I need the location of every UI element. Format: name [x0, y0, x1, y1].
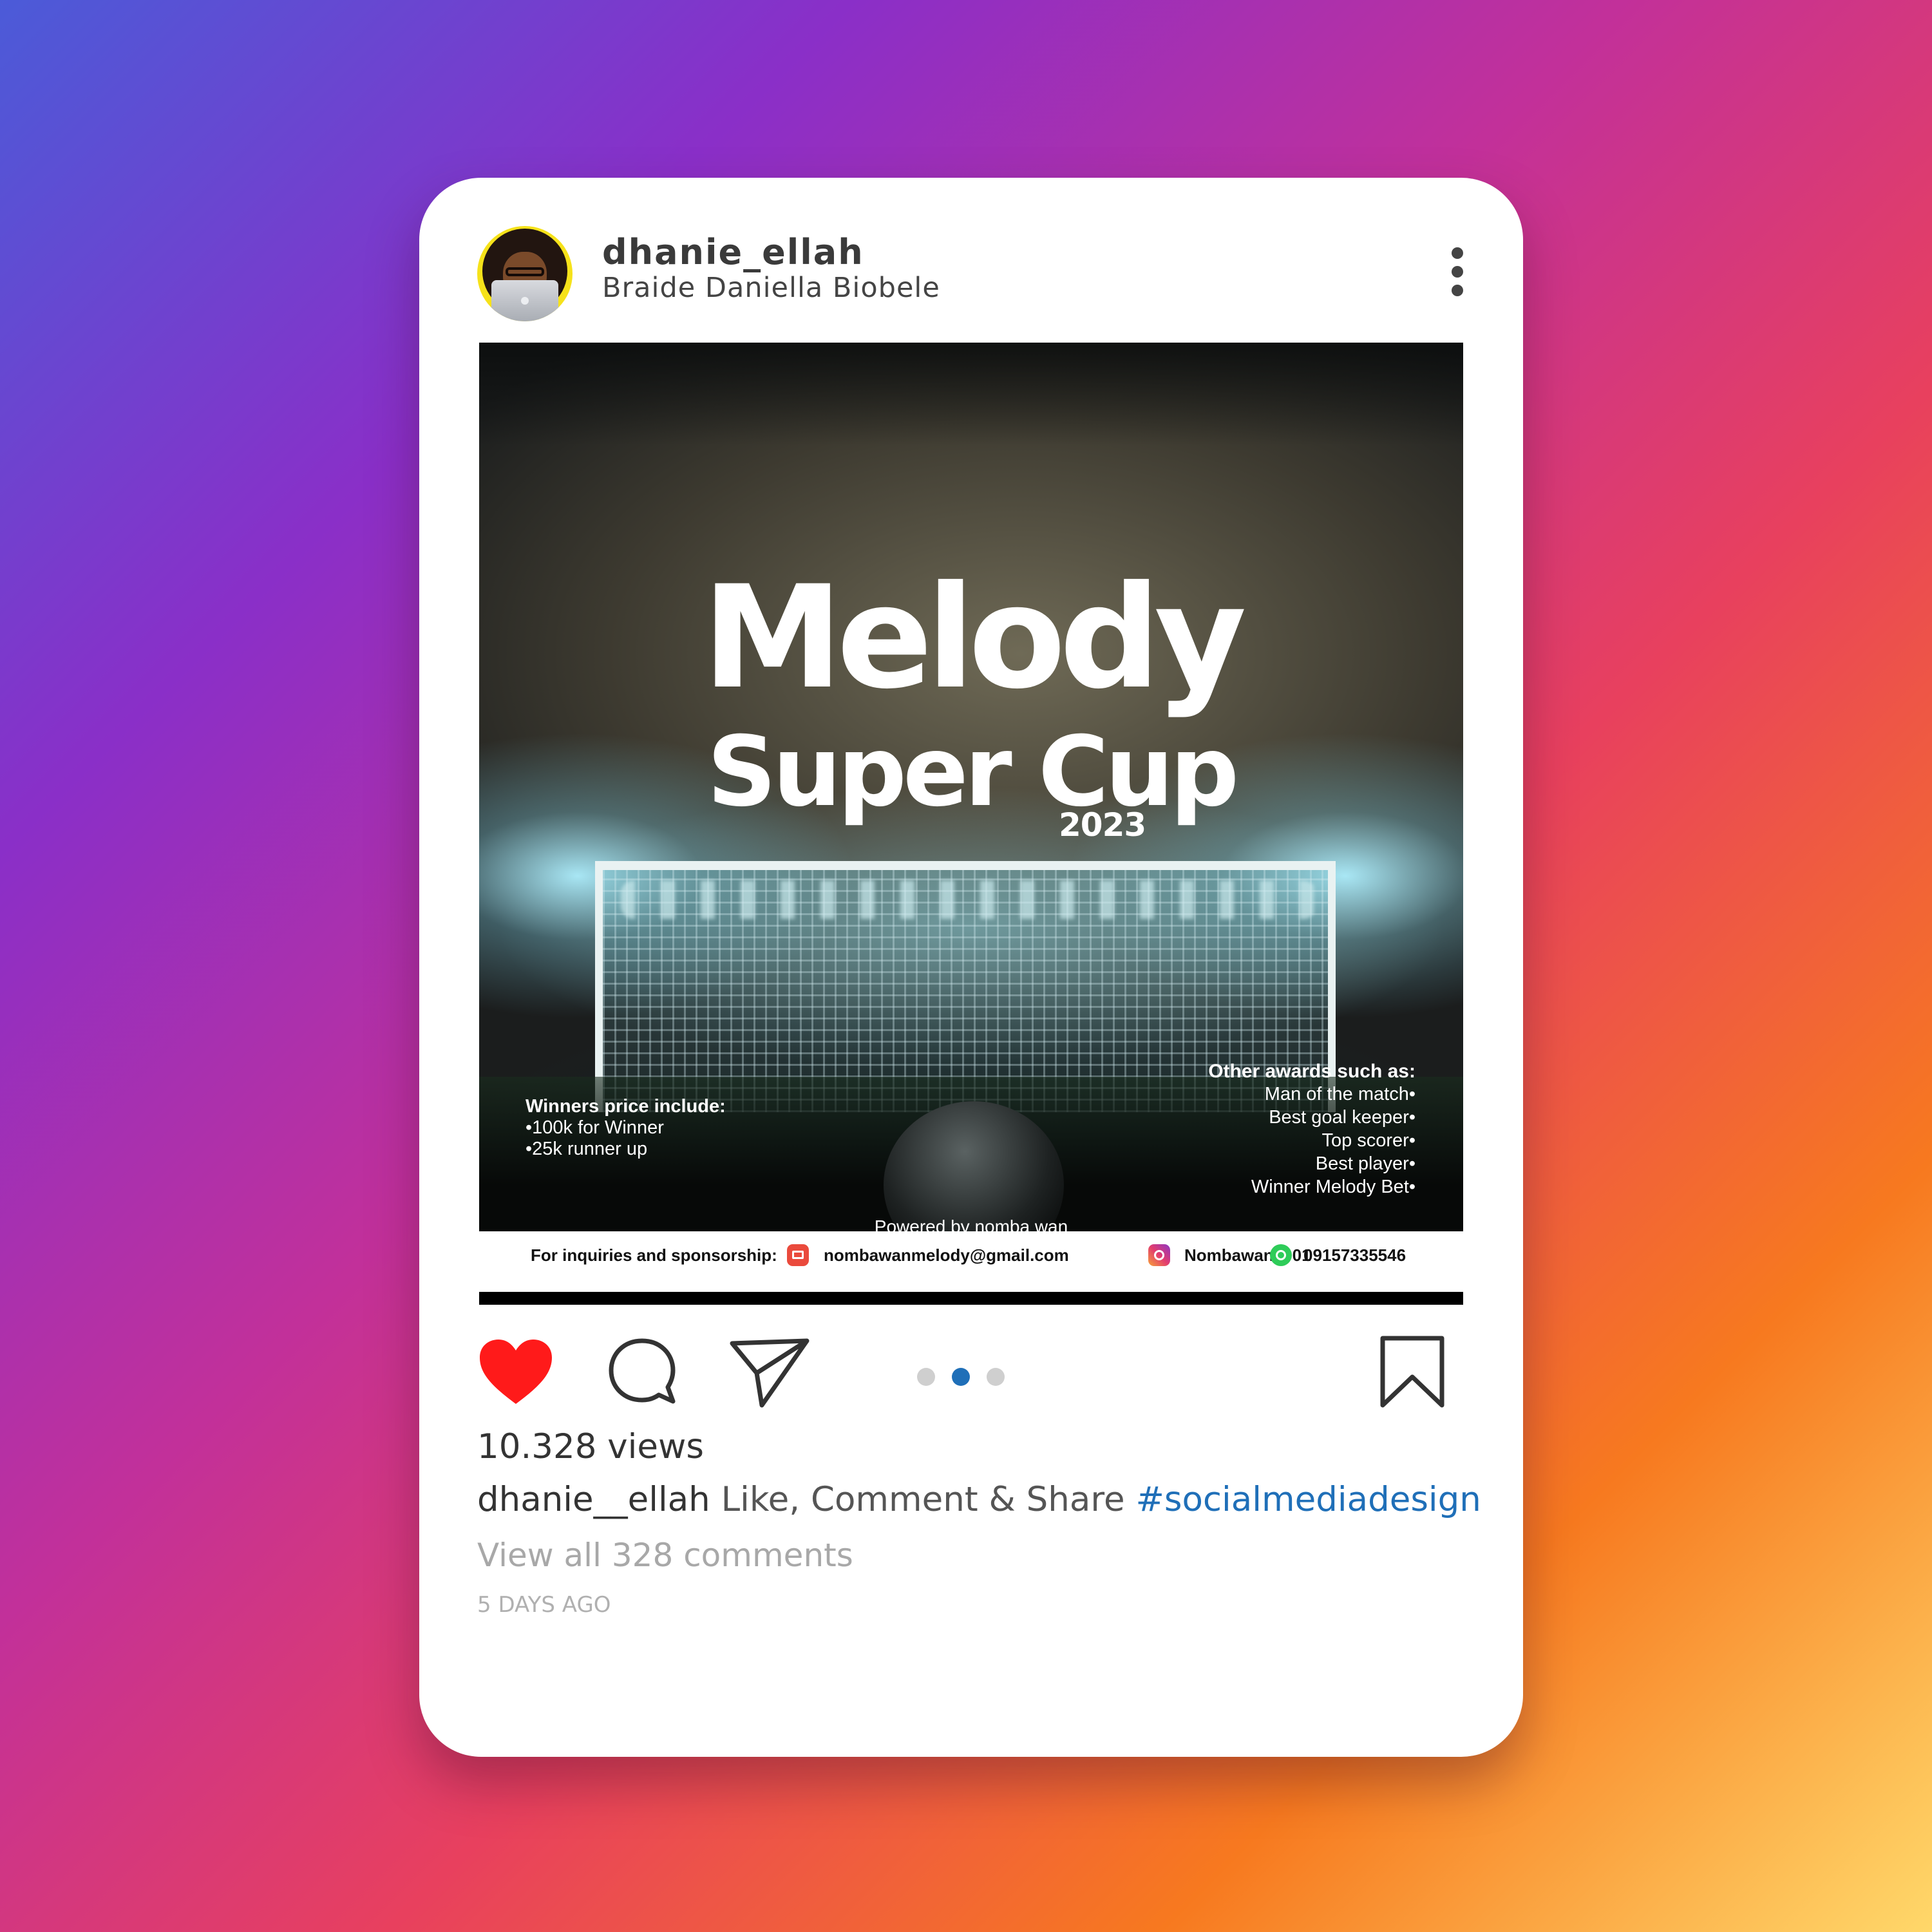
prize-line: •100k for Winner	[526, 1117, 664, 1138]
more-options-icon[interactable]	[1444, 247, 1470, 303]
award-line: Best goal keeper•	[1269, 1107, 1416, 1128]
award-line: Winner Melody Bet•	[1251, 1177, 1416, 1197]
flyer-title-melody: Melody	[702, 555, 1247, 720]
instagram-icon	[1148, 1244, 1170, 1266]
award-line: Best player•	[1315, 1153, 1416, 1174]
award-line: Man of the match•	[1264, 1084, 1416, 1104]
contact-email: nombawanmelody@gmail.com	[824, 1245, 1069, 1265]
view-comments-link[interactable]: View all 328 comments	[477, 1537, 853, 1574]
contact-phone: 09157335546	[1303, 1245, 1406, 1265]
view-count: 10.328 views	[477, 1427, 704, 1466]
whatsapp-icon	[1270, 1244, 1292, 1266]
contact-instagram: Nombawan_001	[1184, 1245, 1311, 1265]
send-icon[interactable]	[728, 1337, 811, 1409]
flyer-bottom-strip	[479, 1292, 1463, 1305]
award-line: Top scorer•	[1321, 1130, 1416, 1151]
heart-icon[interactable]	[477, 1337, 554, 1408]
carousel-dot-active[interactable]	[952, 1368, 970, 1386]
prize-block: Winners price include: •100k for Winner …	[526, 1096, 726, 1160]
contact-label: For inquiries and sponsorship:	[531, 1245, 777, 1265]
post-card: dhanie_ellah Braide Daniella Biobele Mel…	[419, 178, 1523, 1757]
post-image[interactable]: Melody Super Cup 2023 Winners price incl…	[479, 343, 1463, 1231]
caption-username[interactable]: dhanie__ellah	[477, 1480, 710, 1519]
carousel-dot[interactable]	[987, 1368, 1005, 1386]
avatar-glasses	[506, 267, 544, 276]
contact-bar: For inquiries and sponsorship: nombawanm…	[479, 1231, 1463, 1276]
image-top-shade	[479, 343, 1463, 446]
avatar[interactable]	[477, 226, 573, 321]
flyer-year: 2023	[1059, 806, 1146, 844]
prize-line: •25k runner up	[526, 1139, 648, 1159]
post-timestamp: 5 DAYS AGO	[477, 1592, 611, 1618]
caption-hashtag[interactable]: #socialmediadesign	[1135, 1480, 1481, 1519]
powered-by: Powered by nomba wan	[874, 1217, 1068, 1231]
carousel-dot[interactable]	[917, 1368, 935, 1386]
prize-heading: Winners price include:	[526, 1096, 726, 1117]
caption: dhanie__ellah Like, Comment & Share #soc…	[477, 1480, 1481, 1519]
bookmark-icon[interactable]	[1379, 1334, 1446, 1409]
mail-icon	[787, 1244, 809, 1266]
carousel-indicator	[917, 1368, 1007, 1387]
awards-heading: Other awards such as:	[1208, 1061, 1416, 1082]
post-full-name: Braide Daniella Biobele	[602, 272, 940, 304]
comment-icon[interactable]	[606, 1336, 678, 1408]
caption-text: Like, Comment & Share	[710, 1480, 1136, 1519]
avatar-laptop-logo	[521, 297, 529, 305]
post-username[interactable]: dhanie_ellah	[602, 232, 864, 272]
awards-block: Other awards such as: Man of the match• …	[1094, 1061, 1416, 1198]
